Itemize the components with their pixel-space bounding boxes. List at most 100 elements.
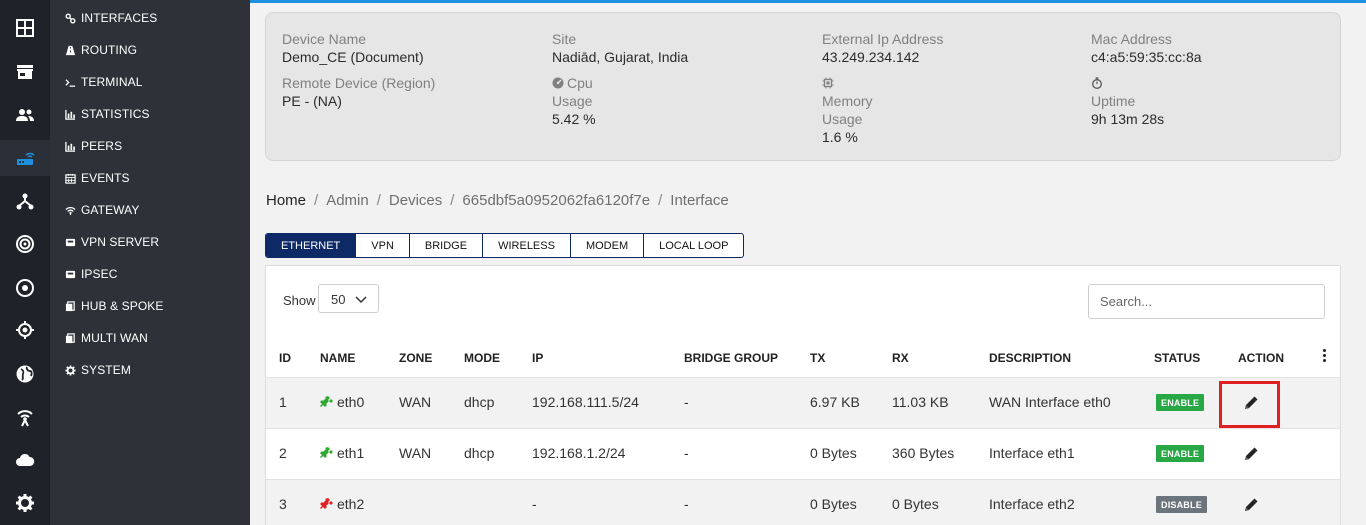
cell-rx: 0 Bytes — [892, 496, 939, 512]
breadcrumb-home[interactable]: Home — [266, 192, 306, 209]
menu-item-multi-wan[interactable]: MULTI WAN — [64, 328, 148, 348]
terminal-icon — [64, 76, 76, 88]
menu-item-label: GATEWAY — [81, 203, 140, 217]
menu-item-vpn-server[interactable]: VPN SERVER — [64, 232, 159, 252]
menu-item-ipsec[interactable]: IPSEC — [64, 264, 118, 284]
rail-item-settings[interactable] — [0, 485, 50, 521]
cell-bridge-group: - — [684, 445, 689, 461]
menu-item-label: STATISTICS — [81, 107, 150, 121]
col-id[interactable]: ID — [279, 351, 291, 365]
external-ip-block: External Ip Address 43.249.234.142 Memor… — [822, 30, 943, 146]
menu-item-interfaces[interactable]: INTERFACES — [64, 8, 157, 28]
cell-name: eth0 — [320, 394, 364, 410]
breadcrumb-device-id[interactable]: 665dbf5a0952062fa6120f7e — [462, 192, 650, 209]
interfaces-panel: Show 50 ID NAME ZONE MODE IP BRIDGE GROU… — [265, 265, 1341, 525]
page-size-select[interactable]: 50 — [318, 284, 379, 313]
highlight-box — [1219, 381, 1280, 428]
column-menu-icon[interactable] — [1322, 349, 1328, 365]
uptime-icon-row — [1091, 74, 1202, 92]
cell-mode: dhcp — [464, 445, 495, 461]
menu-item-label: IPSEC — [81, 267, 118, 281]
pencil-icon[interactable] — [1243, 498, 1258, 513]
link-icon — [64, 12, 76, 24]
external-ip-value: 43.249.234.142 — [822, 49, 920, 65]
rail-item-monitor[interactable] — [0, 226, 50, 262]
table-row: 1 eth0 WAN dhcp 192.168.111.5/24 - 6.97 … — [266, 378, 1340, 429]
wifi-icon — [64, 204, 76, 216]
tab-vpn[interactable]: VPN — [356, 234, 410, 257]
rail-item-global[interactable] — [0, 356, 50, 392]
cell-description: Interface eth1 — [989, 445, 1075, 461]
plug-connected-icon — [320, 396, 333, 407]
col-description[interactable]: DESCRIPTION — [989, 351, 1071, 365]
menu-item-routing[interactable]: ROUTING — [64, 40, 137, 60]
menu-item-gateway[interactable]: GATEWAY — [64, 200, 139, 220]
page-size-value: 50 — [331, 292, 346, 307]
tab-wireless[interactable]: WIRELESS — [483, 234, 571, 257]
menu-item-system[interactable]: SYSTEM — [64, 360, 131, 380]
cell-tx: 0 Bytes — [810, 445, 857, 461]
menu-item-events[interactable]: EVENTS — [64, 168, 130, 188]
menu-item-hub-spoke[interactable]: HUB & SPOKE — [64, 296, 163, 316]
site-label: Site — [552, 31, 577, 47]
rail-item-devices[interactable] — [0, 140, 50, 176]
status-badge: ENABLE — [1156, 445, 1205, 462]
tab-modem[interactable]: MODEM — [571, 234, 645, 257]
device-name-value: Demo_CE (Document) — [282, 49, 424, 65]
col-bridge-group[interactable]: BRIDGE GROUP — [684, 351, 778, 365]
col-mode[interactable]: MODE — [464, 351, 500, 365]
cloud-icon — [16, 453, 35, 466]
menu-item-label: INTERFACES — [81, 11, 158, 25]
col-ip[interactable]: IP — [532, 351, 543, 365]
rail-item-topology[interactable] — [0, 183, 50, 219]
router-icon — [17, 152, 35, 165]
mac-block: Mac Address c4:a5:59:35:cc:8a Uptime 9h … — [1091, 30, 1202, 128]
menu-item-terminal[interactable]: TERMINAL — [64, 72, 142, 92]
menu-item-peers[interactable]: PEERS — [64, 136, 122, 156]
rail-item-locate[interactable] — [0, 312, 50, 348]
server-icon — [64, 268, 76, 280]
cell-rx: 11.03 KB — [892, 394, 949, 410]
rail-item-users[interactable] — [0, 97, 50, 133]
tab-bridge[interactable]: BRIDGE — [410, 234, 484, 257]
rail-item-dashboard[interactable] — [0, 10, 50, 46]
menu-item-label: HUB & SPOKE — [81, 299, 164, 313]
gauge-icon — [552, 77, 564, 89]
rail-item-store[interactable] — [0, 54, 50, 90]
cpu-label-row: Cpu — [552, 74, 688, 92]
col-name[interactable]: NAME — [320, 351, 355, 365]
breadcrumb-admin[interactable]: Admin — [326, 192, 369, 209]
pencil-icon[interactable] — [1243, 447, 1258, 462]
breadcrumb-interface: Interface — [670, 192, 729, 209]
road-icon — [64, 44, 76, 56]
cell-mode: dhcp — [464, 394, 495, 410]
show-label: Show — [283, 293, 316, 308]
tab-local-loop[interactable]: LOCAL LOOP — [644, 234, 743, 257]
col-tx[interactable]: TX — [810, 351, 825, 365]
menu-item-label: VPN SERVER — [81, 235, 160, 249]
breadcrumb: Home / Admin / Devices/665dbf5a0952062fa6120… — [266, 192, 729, 209]
col-status[interactable]: STATUS — [1154, 351, 1200, 365]
menu-item-label: SYSTEM — [81, 363, 131, 377]
breadcrumb-devices[interactable]: Devices — [389, 192, 442, 209]
memory-icon — [822, 77, 834, 89]
col-rx[interactable]: RX — [892, 351, 909, 365]
rail-item-target[interactable] — [0, 270, 50, 306]
network-icon — [16, 193, 34, 210]
rail-item-cloud[interactable] — [0, 442, 50, 478]
menu-item-statistics[interactable]: STATISTICS — [64, 104, 150, 124]
cell-name-text: eth0 — [337, 394, 365, 410]
cell-tx: 0 Bytes — [810, 496, 857, 512]
memory-icon-row — [822, 74, 943, 92]
cell-bridge-group: - — [684, 496, 689, 512]
rail-item-wireless[interactable] — [0, 399, 50, 435]
menu-item-label: ROUTING — [81, 43, 138, 57]
stopwatch-icon — [1092, 77, 1102, 89]
uptime-value: 9h 13m 28s — [1091, 111, 1165, 127]
tab-ethernet[interactable]: ETHERNET — [266, 234, 357, 257]
col-zone[interactable]: ZONE — [399, 351, 432, 365]
device-name-label: Device Name — [282, 31, 367, 47]
cpu-usage-label: Usage — [552, 93, 593, 109]
search-input[interactable] — [1088, 284, 1325, 319]
device-info-card: Device Name Demo_CE (Document) Remote De… — [265, 12, 1341, 161]
